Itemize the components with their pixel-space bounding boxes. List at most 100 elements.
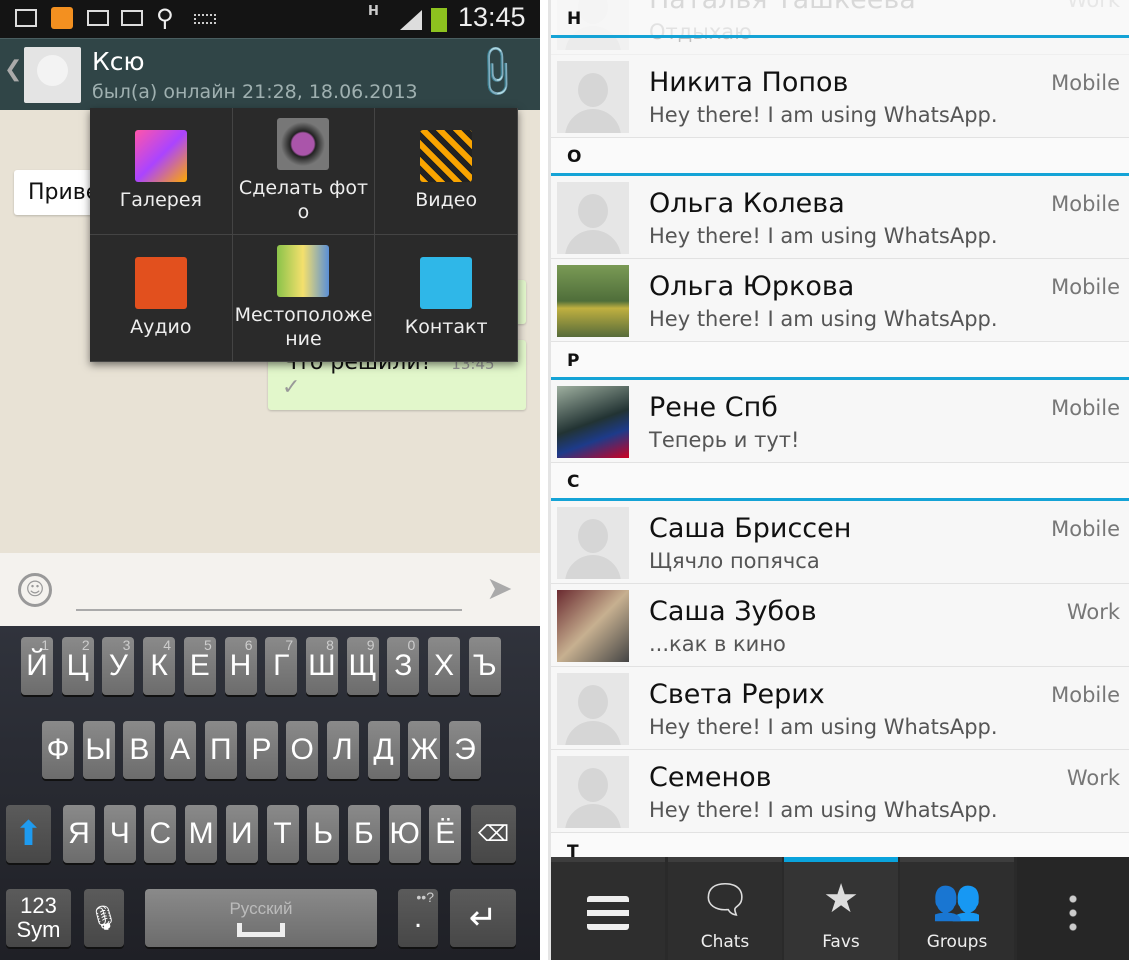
key-label: Т <box>273 817 292 850</box>
tab-label: Groups <box>926 932 988 952</box>
symbols-key[interactable]: 123 Sym <box>6 889 71 947</box>
key-Х[interactable]: Х <box>428 637 460 695</box>
contact-avatar[interactable] <box>24 47 81 103</box>
tab-groups[interactable]: 👥 Groups <box>900 857 1014 960</box>
attach-contact[interactable]: Контакт <box>375 235 518 362</box>
contact-row[interactable]: Света Рерих Hey there! I am using WhatsAp… <box>551 667 1129 750</box>
key-Д[interactable]: Д <box>367 721 400 779</box>
key-Ь[interactable]: Ь <box>307 805 340 863</box>
attach-label: Местоположение <box>234 304 373 350</box>
overflow-menu-button[interactable] <box>1017 857 1129 960</box>
battery-icon <box>431 8 447 32</box>
tab-label: Favs <box>822 932 860 952</box>
contact-icon <box>420 257 473 309</box>
emoji-icon[interactable]: ☺ <box>18 573 52 607</box>
attach-label: Галерея <box>119 189 202 211</box>
key-Г[interactable]: Г7 <box>265 637 298 695</box>
contact-name: Саша Бриссен <box>649 513 852 544</box>
default-avatar-icon <box>578 73 608 107</box>
attach-audio[interactable]: Аудио <box>90 235 233 362</box>
key-Ж[interactable]: Ж <box>408 721 441 779</box>
key-М[interactable]: М <box>185 805 218 863</box>
favs-icon: ★ <box>823 876 859 922</box>
attach-icon[interactable]: 📎 <box>466 42 527 102</box>
key-У[interactable]: У3 <box>102 637 135 695</box>
key-Ф[interactable]: Ф <box>42 721 74 779</box>
key-label: Ё <box>435 817 456 850</box>
key-Я[interactable]: Я <box>63 805 95 863</box>
default-avatar-body <box>565 721 621 745</box>
key-hint: 6 <box>244 637 253 653</box>
tab-chats[interactable]: 🗨 Chats <box>668 857 782 960</box>
back-icon[interactable]: ❮ <box>4 57 22 82</box>
attach-gallery[interactable]: Галерея <box>90 108 233 235</box>
send-icon[interactable]: ➤ <box>486 569 513 607</box>
key-hint: 7 <box>285 637 294 653</box>
contact-name: Рене Спб <box>649 392 778 423</box>
key-Ъ[interactable]: Ъ <box>468 637 501 695</box>
attach-location[interactable]: Местоположение <box>232 235 376 362</box>
enter-key[interactable]: ↵ <box>450 889 516 947</box>
contact-row[interactable]: Ольга Юркова Hey there! I am using WhatsA… <box>551 259 1129 342</box>
contact-status: ...как в кино <box>649 632 786 656</box>
key-Ч[interactable]: Ч <box>103 805 136 863</box>
key-Е[interactable]: Е5 <box>183 637 216 695</box>
phone-type: Mobile <box>1051 192 1120 216</box>
contact-row[interactable]: Ольга Колева Hey there! I am using WhatsA… <box>551 176 1129 259</box>
key-label: Н <box>229 649 252 682</box>
key-label: Х <box>433 649 454 682</box>
key-label: Д <box>373 733 394 766</box>
key-hint: 4 <box>163 637 172 653</box>
key-Б[interactable]: Б <box>347 805 380 863</box>
chat-header: ❮ Ксю был(а) онлайн 21:28, 18.06.2013 📎 <box>0 38 540 110</box>
video-icon <box>420 130 473 182</box>
contact-status: Hey there! I am using WhatsApp. <box>649 715 998 739</box>
key-А[interactable]: А <box>164 721 197 779</box>
backspace-key[interactable]: ⌫ <box>471 805 516 863</box>
key-С[interactable]: С <box>144 805 177 863</box>
signal-icon <box>400 10 422 30</box>
key-Ё[interactable]: Ё <box>429 805 462 863</box>
shift-key[interactable]: ⬆ <box>6 805 51 863</box>
contact-row[interactable]: Саша Бриссен Щячло попячса Mobile <box>551 501 1129 584</box>
attach-camera[interactable]: Сделать фото <box>232 108 376 235</box>
key-label: Г <box>273 649 290 682</box>
key-Ш[interactable]: Ш8 <box>305 637 338 695</box>
tab-favs[interactable]: ★ Favs <box>784 857 898 960</box>
key-Ы[interactable]: Ы <box>82 721 115 779</box>
space-key[interactable]: Русский <box>145 889 377 947</box>
contacts-list[interactable]: Наталья ТашкееваОтдыхаюWorkНикита ПоповH… <box>548 0 1129 960</box>
menu-button[interactable] <box>551 857 665 960</box>
key-Ю[interactable]: Ю <box>388 805 421 863</box>
period-key[interactable]: . ••? <box>398 889 438 947</box>
contact-status: Hey there! I am using WhatsApp. <box>649 103 998 127</box>
key-И[interactable]: И <box>225 805 258 863</box>
tab-label: Chats <box>700 932 750 952</box>
contact-avatar <box>557 61 629 133</box>
key-Н[interactable]: Н6 <box>224 637 257 695</box>
contact-row[interactable]: Семенов Hey there! I am using WhatsApp. Wo… <box>551 750 1129 833</box>
contact-row[interactable]: Рене Спб Теперь и тут! Mobile <box>551 380 1129 463</box>
attach-video[interactable]: Видео <box>375 108 518 235</box>
key-Щ[interactable]: Щ9 <box>346 637 379 695</box>
voice-input-key[interactable]: 🎙 <box>84 889 124 947</box>
contact-row[interactable]: Саша Зубов ...как в кино Work <box>551 584 1129 667</box>
contact-row[interactable]: Никита Попов Hey there! I am using WhatsA… <box>551 55 1129 138</box>
key-label: А <box>170 733 191 766</box>
key-В[interactable]: В <box>123 721 156 779</box>
message-input[interactable] <box>76 569 462 611</box>
key-З[interactable]: З0 <box>387 637 420 695</box>
key-О[interactable]: О <box>286 721 319 779</box>
key-К[interactable]: К4 <box>143 637 176 695</box>
contact-name[interactable]: Ксю <box>92 47 145 76</box>
key-Ц[interactable]: Ц2 <box>61 637 94 695</box>
phone-type: Mobile <box>1051 396 1120 420</box>
key-label: . <box>413 901 423 934</box>
groups-icon: 👥 <box>932 877 982 923</box>
key-Л[interactable]: Л <box>326 721 359 779</box>
key-П[interactable]: П <box>204 721 237 779</box>
key-Р[interactable]: Р <box>245 721 278 779</box>
key-Т[interactable]: Т <box>266 805 299 863</box>
key-Э[interactable]: Э <box>449 721 481 779</box>
key-Й[interactable]: Й1 <box>21 637 53 695</box>
